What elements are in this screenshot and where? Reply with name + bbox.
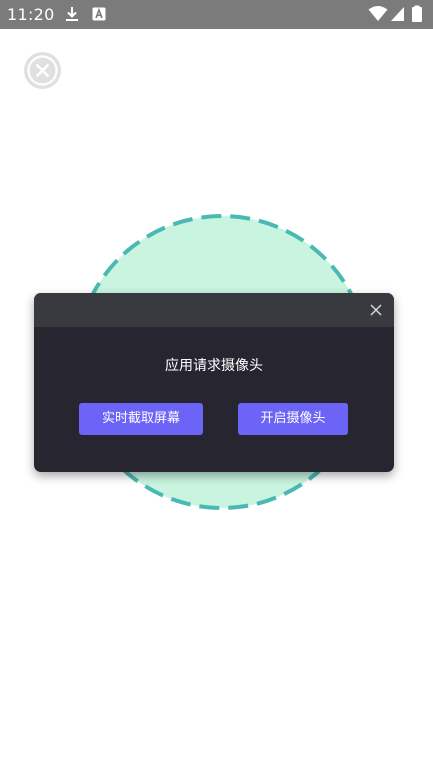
open-camera-button[interactable]: 开启摄像头	[238, 403, 348, 435]
camera-permission-dialog: 应用请求摄像头 实时截取屏幕 开启摄像头	[34, 293, 394, 472]
status-time: 11:20	[7, 5, 55, 24]
download-icon	[63, 5, 81, 23]
dialog-header	[34, 293, 394, 327]
status-bar: 11:20	[0, 0, 433, 29]
dialog-message: 应用请求摄像头	[165, 358, 263, 374]
close-icon	[370, 304, 382, 316]
close-button[interactable]	[24, 52, 61, 89]
close-icon	[27, 55, 58, 86]
battery-icon	[411, 5, 423, 23]
screen-capture-button[interactable]: 实时截取屏幕	[79, 403, 203, 435]
wifi-icon	[368, 5, 388, 23]
app-notification-icon	[90, 5, 108, 23]
dialog-close-button[interactable]	[368, 302, 384, 318]
signal-icon	[390, 5, 408, 23]
